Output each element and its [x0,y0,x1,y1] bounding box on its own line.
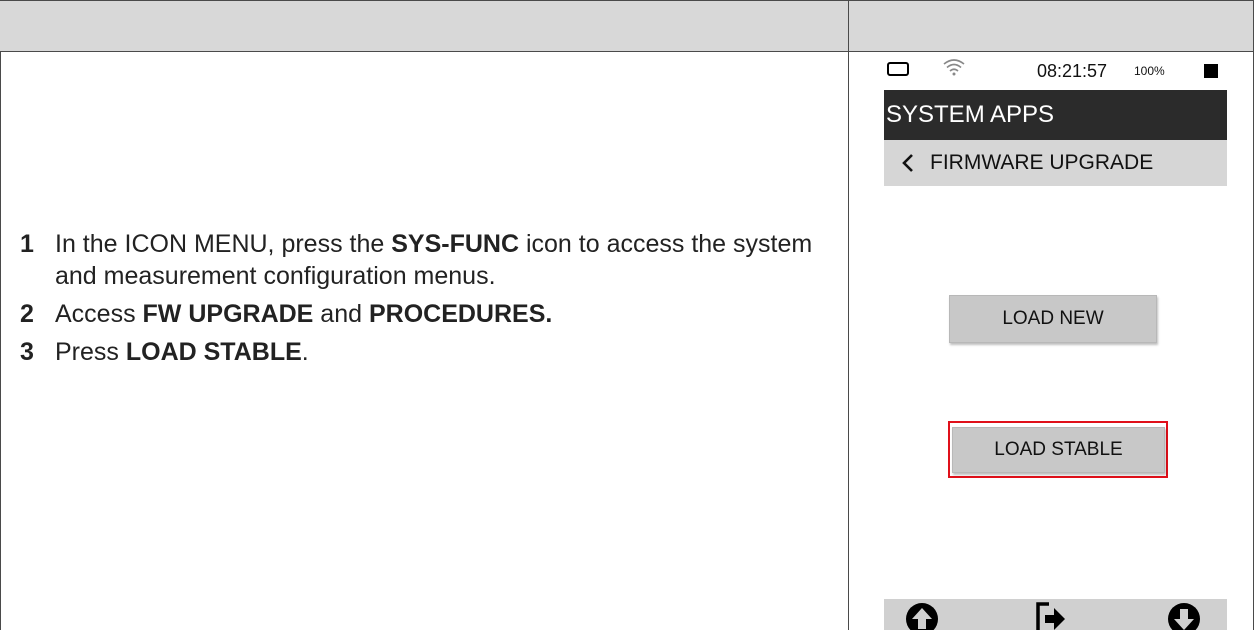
step-3: 3 Press LOAD STABLE. [20,336,840,368]
arrow-up-circle-icon[interactable] [905,602,939,630]
device-screen: 08:21:57 100% SYSTEM APPS FIRMWARE UPGRA… [884,52,1227,630]
status-indicator-icon [1204,64,1218,78]
bottom-navigation-bar [884,599,1227,630]
step-text-part: . [301,338,309,366]
step-2: 2 Access FW UPGRADE and PROCEDURES. [20,298,840,330]
step-text-part: In the ICON MENU, press the [55,230,392,258]
step-number: 1 [20,230,34,258]
step-text-part: Press [55,338,126,366]
step-text-part: and [313,300,369,328]
load-new-button[interactable]: LOAD NEW [949,295,1157,343]
step-1: 1 In the ICON MENU, press the SYS-FUNC i… [20,228,840,292]
battery-icon [887,62,909,76]
column-divider [848,0,849,630]
step-bold-term: LOAD STABLE [125,338,302,366]
back-chevron-icon[interactable] [902,153,914,173]
step-text: Press LOAD STABLE. [55,336,309,368]
step-bold-term: SYS-FUNC [391,230,520,258]
screen-title: SYSTEM APPS [884,90,1227,140]
firmware-upgrade-header[interactable]: FIRMWARE UPGRADE [884,140,1227,186]
status-time: 08:21:57 [1037,61,1108,81]
table-left-border [0,0,1,630]
step-text: In the ICON MENU, press the SYS-FUNC ico… [55,228,840,292]
step-number: 2 [20,300,34,328]
step-text-part: Access [55,300,143,328]
wifi-icon [943,59,965,76]
step-bold-term: PROCEDURES. [368,300,553,328]
step-number: 3 [20,338,34,366]
load-stable-button[interactable]: LOAD STABLE [952,427,1165,473]
step-bold-term: FW UPGRADE [142,300,314,328]
arrow-down-circle-icon[interactable] [1167,602,1201,630]
exit-icon[interactable] [1035,602,1067,630]
battery-percentage: 100% [1134,64,1165,78]
instruction-steps: 1 In the ICON MENU, press the SYS-FUNC i… [20,228,840,374]
firmware-upgrade-label: FIRMWARE UPGRADE [930,151,1154,174]
table-header-row [0,0,1254,52]
status-bar: 08:21:57 100% [884,52,1227,90]
step-text: Access FW UPGRADE and PROCEDURES. [55,298,552,330]
